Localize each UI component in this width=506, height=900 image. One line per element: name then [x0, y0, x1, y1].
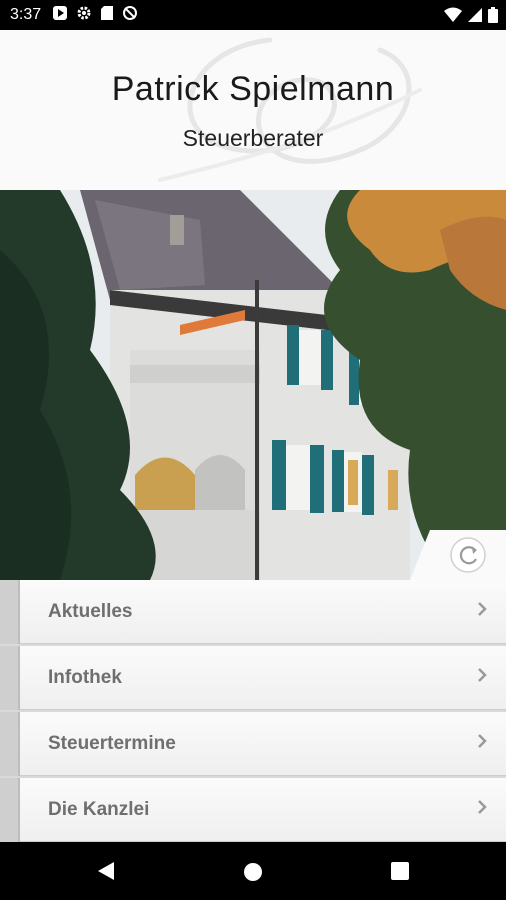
menu-item-stripe [0, 580, 20, 644]
page-subtitle: Steuerberater [182, 125, 324, 151]
menu-item-steuertermine[interactable]: Steuertermine [0, 712, 506, 776]
menu-item-label: Steuertermine [48, 732, 176, 754]
menu-item-stripe [0, 712, 20, 776]
system-nav-bar [0, 842, 506, 900]
chevron-right-icon [476, 600, 488, 623]
back-icon[interactable] [96, 860, 116, 887]
chevron-right-icon [476, 732, 488, 755]
chevron-right-icon [476, 666, 488, 689]
menu-item-stripe [0, 778, 20, 842]
home-icon[interactable] [243, 862, 263, 887]
status-bar: 3:37 [0, 0, 506, 30]
refresh-button[interactable] [410, 530, 506, 580]
menu-item-die-kanzlei[interactable]: Die Kanzlei [0, 778, 506, 842]
menu-item-stripe [0, 646, 20, 710]
refresh-icon [450, 537, 486, 573]
villa-photo [0, 190, 506, 580]
menu-item-aktuelles[interactable]: Aktuelles [0, 580, 506, 644]
gear-icon [76, 5, 92, 26]
signal-icon [468, 7, 482, 28]
signature-watermark [158, 37, 422, 182]
menu-item-label: Infothek [48, 666, 122, 688]
no-sync-icon [122, 5, 138, 26]
recents-icon[interactable] [391, 862, 409, 885]
main-menu: Aktuelles Infothek Steuertermine Die Kan… [0, 580, 506, 842]
menu-item-label: Die Kanzlei [48, 798, 150, 820]
play-icon [52, 5, 68, 26]
wifi-icon [444, 7, 462, 28]
page-title: Patrick Spielmann [111, 70, 395, 108]
chevron-right-icon [476, 798, 488, 821]
menu-item-infothek[interactable]: Infothek [0, 646, 506, 710]
battery-icon [488, 7, 498, 28]
app-header: Patrick Spielmann Steuerberater [0, 30, 506, 190]
status-time: 3:37 [10, 6, 42, 23]
sd-card-icon [100, 5, 114, 26]
menu-item-label: Aktuelles [48, 600, 133, 622]
